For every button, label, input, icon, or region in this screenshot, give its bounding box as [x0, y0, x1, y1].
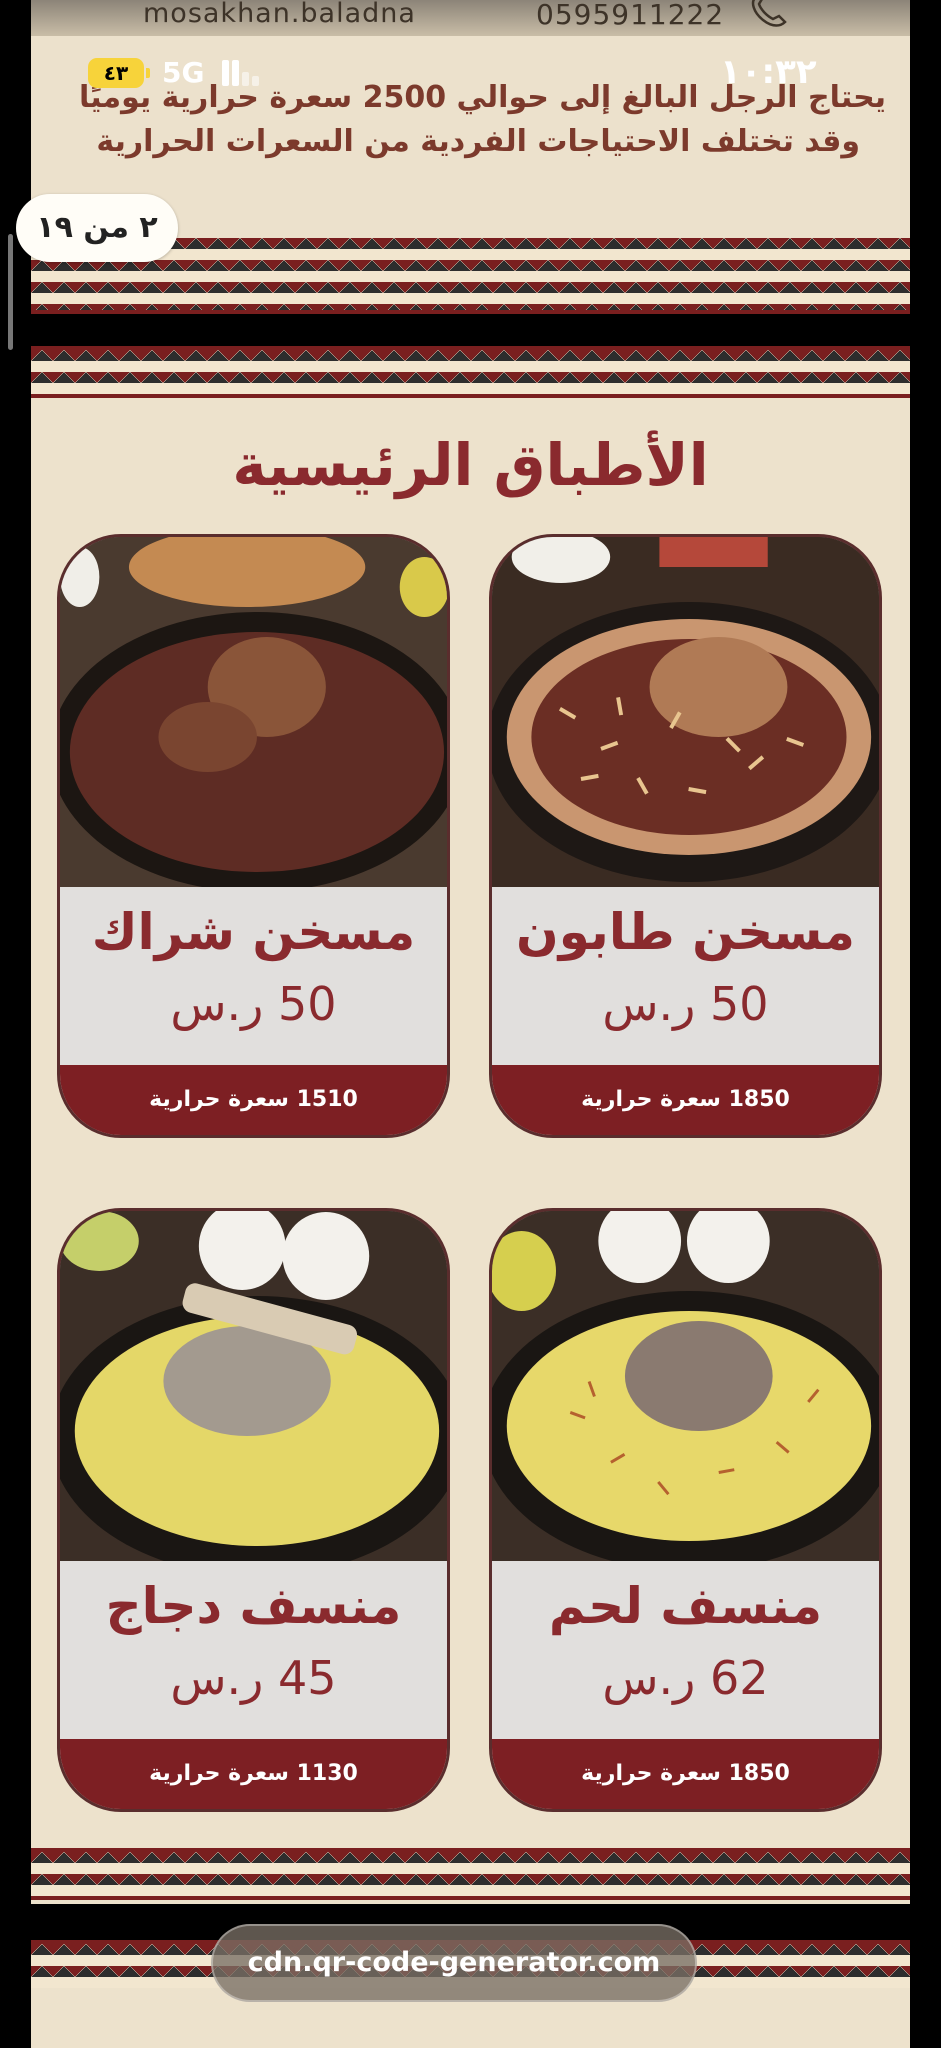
menu-item-card[interactable]: مسخن طابون 50 ر.س 1850 سعرة حرارية	[489, 534, 882, 1138]
dish-photo	[60, 537, 447, 887]
item-price: 50 ر.س	[602, 977, 769, 1031]
previous-menu-page[interactable]: mosakhan.baladna 0595911222 يحتاج الرجل …	[31, 0, 910, 314]
intro-text-line-1: يحتاج الرجل البالغ إلى حوالي 2500 سعرة ح…	[79, 80, 886, 115]
dish-photo	[492, 1211, 879, 1561]
item-name: منسف دجاج	[105, 1577, 402, 1635]
page-indicator: ٢ من ١٩	[16, 194, 178, 262]
url-bar[interactable]: cdn.qr-code-generator.com	[211, 1924, 697, 2002]
item-calories: 1850 سعرة حرارية	[492, 1065, 879, 1135]
contact-bar: mosakhan.baladna 0595911222	[31, 0, 910, 36]
item-calories: 1850 سعرة حرارية	[492, 1739, 879, 1809]
item-price: 62 ر.س	[602, 1651, 769, 1705]
dish-photo	[60, 1211, 447, 1561]
item-name: منسف لحم	[548, 1577, 823, 1635]
menu-item-card[interactable]: منسف لحم 62 ر.س 1850 سعرة حرارية	[489, 1208, 882, 1812]
item-price: 45 ر.س	[170, 1651, 337, 1705]
menu-item-card[interactable]: مسخن شراك 50 ر.س 1510 سعرة حرارية	[57, 534, 450, 1138]
screen: mosakhan.baladna 0595911222 يحتاج الرجل …	[0, 0, 941, 2048]
item-calories: 1130 سعرة حرارية	[60, 1739, 447, 1809]
item-calories: 1510 سعرة حرارية	[60, 1065, 447, 1135]
divider	[31, 394, 910, 398]
phone-icon	[751, 0, 787, 27]
intro-text-line-2: وقد تختلف الاحتياجات الفردية من السعرات …	[96, 124, 860, 159]
contact-handle: mosakhan.baladna	[143, 0, 416, 29]
dish-photo	[492, 537, 879, 887]
item-name: مسخن طابون	[516, 903, 855, 961]
decorative-pattern-band	[31, 1852, 910, 1896]
divider	[31, 310, 910, 314]
scroll-indicator[interactable]	[8, 234, 13, 350]
item-price: 50 ر.س	[170, 977, 337, 1031]
item-name: مسخن شراك	[91, 903, 416, 961]
contact-phone: 0595911222	[536, 0, 725, 31]
divider	[31, 1896, 910, 1900]
decorative-pattern-band	[31, 350, 910, 394]
menu-page[interactable]: الأطباق الرئيسية مسخن طابون 50 ر.س 1850 …	[31, 346, 910, 1904]
menu-item-card[interactable]: منسف دجاج 45 ر.س 1130 سعرة حرارية	[57, 1208, 450, 1812]
menu-section-title: الأطباق الرئيسية	[232, 431, 709, 499]
